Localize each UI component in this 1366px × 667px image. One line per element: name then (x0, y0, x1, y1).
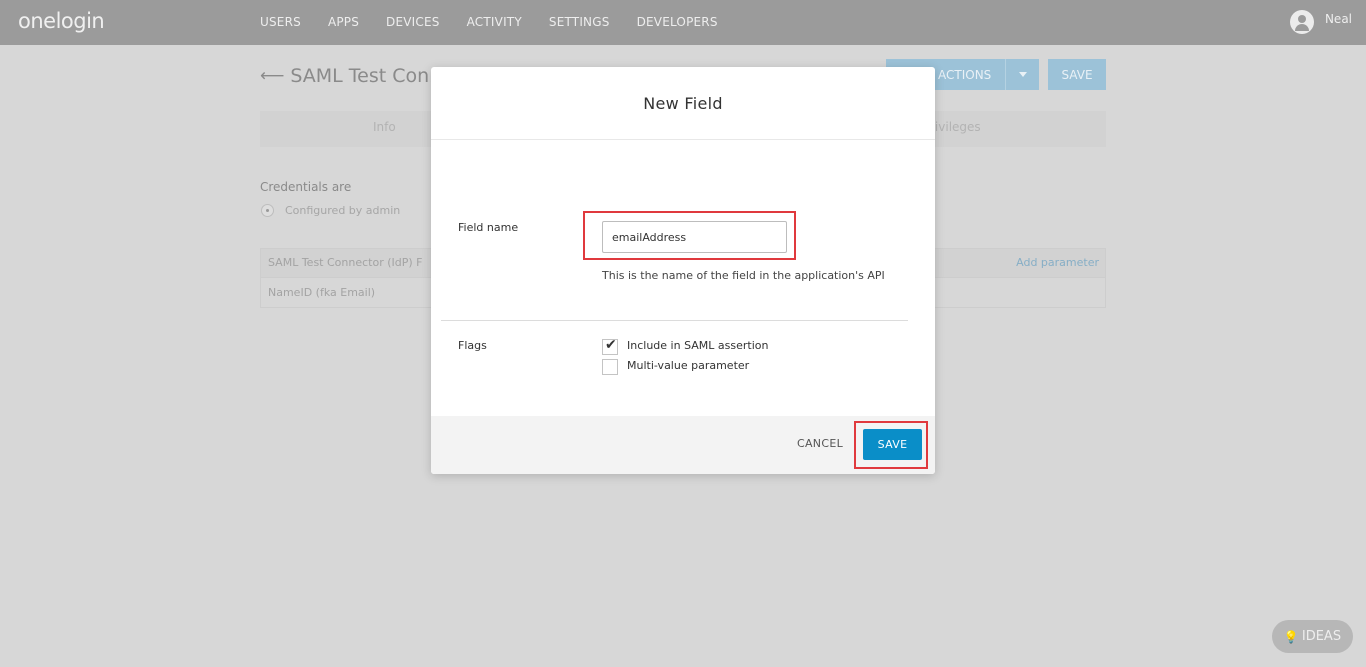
back-arrow-icon[interactable]: ⟵ (260, 66, 284, 86)
page-title: ⟵ SAML Test Conn (260, 65, 441, 87)
new-field-modal: New Field Field name This is the name of… (431, 67, 935, 474)
modal-header: New Field (431, 67, 935, 140)
field-name-input[interactable] (602, 221, 787, 253)
nav-settings[interactable]: SETTINGS (549, 15, 610, 29)
ideas-label: IDEAS (1301, 629, 1342, 644)
divider (441, 320, 908, 321)
page-title-text: SAML Test Conn (290, 65, 442, 87)
add-parameter-link[interactable]: Add parameter (1016, 256, 1099, 269)
caret-down-icon (1018, 72, 1027, 77)
modal-title: New Field (643, 93, 723, 113)
ideas-button[interactable]: 💡 IDEAS (1272, 620, 1353, 653)
table-row[interactable]: NameID (fka Email) (268, 286, 375, 299)
avatar-icon[interactable] (1289, 10, 1314, 34)
credentials-radio[interactable] (261, 204, 274, 217)
nav-activity[interactable]: ACTIVITY (467, 15, 522, 29)
tab-info[interactable]: Info (373, 120, 396, 134)
multi-value-checkbox[interactable] (602, 359, 618, 375)
nav-apps[interactable]: APPS (328, 15, 359, 29)
more-actions-dropdown[interactable] (1005, 59, 1039, 90)
field-name-help: This is the name of the field in the app… (602, 269, 885, 282)
nav-devices[interactable]: DEVICES (386, 15, 440, 29)
include-in-saml-checkbox[interactable]: ✔ (602, 337, 618, 355)
onelogin-logo[interactable]: onelogin (18, 9, 105, 33)
lightbulb-icon: 💡 (1283, 629, 1299, 644)
include-in-saml-label[interactable]: Include in SAML assertion (627, 339, 768, 352)
flags-label: Flags (458, 339, 487, 352)
field-name-label: Field name (458, 221, 519, 234)
checkmark-icon: ✔ (605, 337, 617, 353)
user-menu[interactable]: Neal (1289, 10, 1352, 34)
page-save-button[interactable]: SAVE (1048, 59, 1106, 90)
more-actions-label: ACTIONS (938, 67, 992, 82)
user-name[interactable]: Neal (1325, 12, 1352, 26)
credentials-label: Credentials are (260, 180, 352, 194)
cancel-button[interactable]: CANCEL (797, 437, 843, 450)
parameters-header-label: SAML Test Connector (IdP) F (268, 256, 423, 269)
multi-value-label[interactable]: Multi-value parameter (627, 359, 749, 372)
nav-users[interactable]: USERS (260, 15, 301, 29)
tab-privileges[interactable]: rivileges (930, 120, 981, 134)
credentials-value: Configured by admin (285, 204, 401, 217)
top-nav-bar: onelogin USERS APPS DEVICES ACTIVITY SET… (0, 0, 1366, 45)
nav-developers[interactable]: DEVELOPERS (637, 15, 718, 29)
save-button[interactable]: SAVE (863, 429, 922, 460)
main-nav: USERS APPS DEVICES ACTIVITY SETTINGS DEV… (260, 15, 745, 29)
